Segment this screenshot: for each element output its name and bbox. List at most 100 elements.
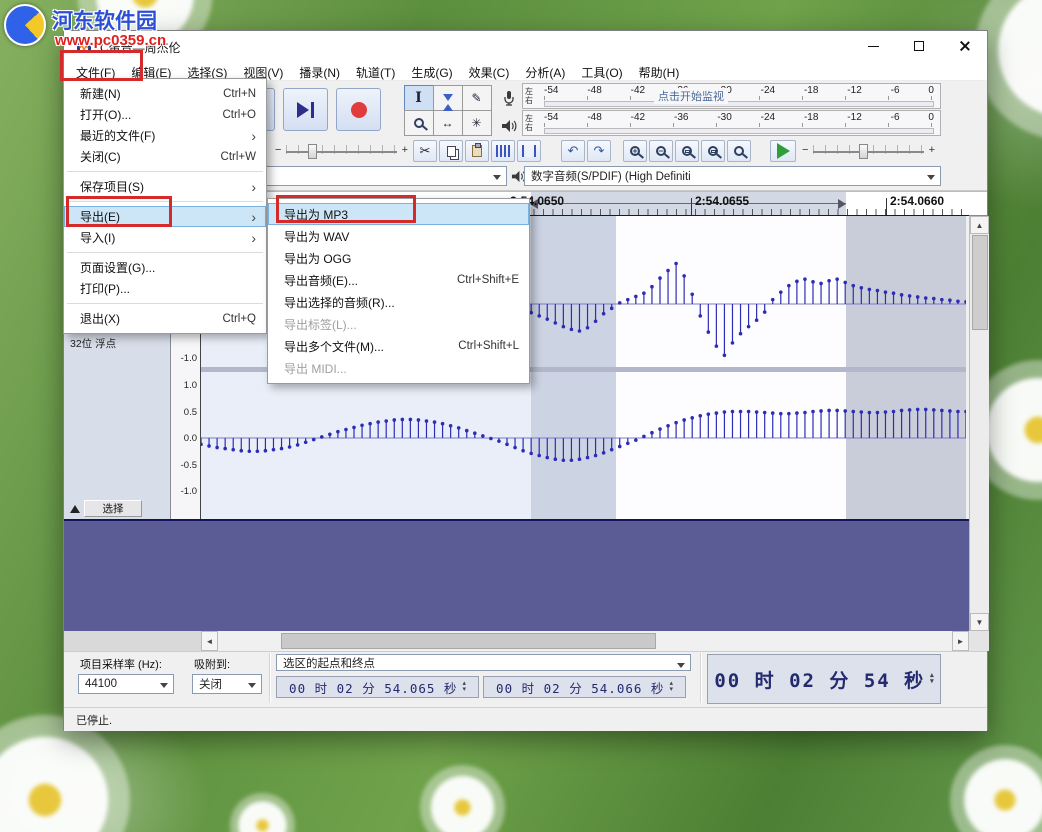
record-meter-mic-button[interactable] [500,89,518,107]
right-arrow-icon: ► [957,637,965,646]
close-button[interactable] [942,31,988,61]
menu-item[interactable]: 退出(X)Ctrl+Q [64,308,266,329]
cut-button[interactable]: ✂ [413,140,437,162]
playback-meter[interactable]: 左右 -54-48-42-36-30-24-18-12-60 [522,110,941,136]
daisy-flower [0,715,130,832]
sample-rate-dropdown[interactable]: 44100 [78,674,174,694]
scroll-down-button[interactable]: ▼ [970,613,989,631]
ruler-scale-label: 0.0 [184,433,197,444]
undo-button[interactable]: ↶ [561,140,585,162]
meter-scale-number: -48 [587,112,601,123]
play-speed-slider[interactable]: − + [801,140,936,162]
title-bar[interactable]: C蛋音—周杰伦 [64,31,987,61]
meter-scale-number: -36 [674,112,688,123]
menubar-item[interactable]: 生成(G) [403,61,460,80]
menubar-item[interactable]: 效果(C) [461,61,518,80]
play-meter-speaker-button[interactable] [500,117,518,135]
menu-item[interactable]: 导出 MIDI... [268,357,529,379]
scroll-left-button[interactable]: ◄ [201,631,218,651]
menu-item-shortcut: Ctrl+W [221,151,256,163]
trim-audio-button[interactable] [491,140,515,162]
menu-item[interactable]: 保存项目(S)› [64,176,266,197]
menu-item[interactable]: 打印(P)... [64,278,266,299]
snap-to-dropdown[interactable]: 关闭 [192,674,262,694]
fit-project-button[interactable] [701,140,725,162]
menu-item[interactable]: 导出为 WAV [268,225,529,247]
skip-to-end-button[interactable] [283,88,328,131]
draw-tool-button[interactable]: ✎ [462,85,492,111]
menubar-item[interactable]: 轨道(T) [348,61,403,80]
record-button[interactable] [336,88,381,131]
selection-start-field[interactable]: 00 时 02 分 54.065 秒 ▴▾ [276,676,479,698]
paste-button[interactable] [465,140,489,162]
zoom-in-button[interactable]: + [623,140,647,162]
audio-position-field[interactable]: 00 时 02 分 54 秒 ▴▾ [707,654,941,704]
menu-item[interactable]: 导入(I)› [64,227,266,248]
track-select-button[interactable]: 选择 [84,500,142,517]
meter-channel-labels: 左右 [523,84,538,108]
menubar-item[interactable]: 工具(O) [573,61,630,80]
magnifier-icon [414,118,424,128]
menu-item[interactable]: 导出标签(L)... [268,313,529,335]
meter-channel-labels: 左右 [523,111,538,135]
menu-item-shortcut: Ctrl+O [222,109,256,121]
submenu-arrow-icon: › [251,128,256,144]
recording-meter[interactable]: 左右 -54-48-42-36-30-24-18-12-60 点击开始监视 [522,83,941,109]
slider-handle[interactable] [859,144,868,159]
monitor-hint-text[interactable]: 点击开始监视 [654,88,728,104]
menubar-item[interactable]: 播录(N) [291,61,348,80]
plus-label: + [929,144,935,156]
menu-item[interactable]: 最近的文件(F)› [64,125,266,146]
menu-item[interactable]: 新建(N)Ctrl+N [64,83,266,104]
selection-range-label: 选区的起点和终点 [283,655,375,671]
submenu-arrow-icon: › [251,179,256,195]
watermark-logo [4,4,46,46]
selection-tool-button[interactable]: I [404,85,434,111]
vertical-scrollbar[interactable]: ▲ ▼ [969,216,989,631]
asterisk-icon: ✳ [471,116,481,130]
menu-item[interactable]: 打开(O)...Ctrl+O [64,104,266,125]
vertical-scroll-thumb[interactable] [972,235,988,330]
copy-button[interactable] [439,140,463,162]
menu-item[interactable]: 导出为 OGG [268,247,529,269]
menu-item[interactable]: 关闭(C)Ctrl+W [64,146,266,167]
meter-channel-label: 右 [525,96,538,105]
zoom-tool-button[interactable] [404,110,434,136]
slider-handle[interactable] [308,144,317,159]
selection-range-dropdown[interactable]: 选区的起点和终点 [276,654,691,671]
selection-end-field[interactable]: 00 时 02 分 54.066 秒 ▴▾ [483,676,686,698]
redo-button[interactable]: ↷ [587,140,611,162]
scroll-up-button[interactable]: ▲ [970,216,989,234]
pencil-icon: ✎ [471,91,481,105]
silence-audio-button[interactable] [517,140,541,162]
empty-track-area[interactable] [64,521,969,631]
playback-volume-slider[interactable]: − + [274,140,409,162]
timeline-time-label: 2:54.0660 [890,194,944,208]
time-shift-tool-button[interactable]: ↔ [433,110,463,136]
menubar-item[interactable]: 分析(A) [517,61,573,80]
playback-device-dropdown[interactable]: 数字音频(S/PDIF) (High Definiti [524,166,941,186]
menu-item[interactable]: 导出选择的音频(R)... [268,291,529,313]
scroll-right-button[interactable]: ► [952,631,969,651]
minimize-button[interactable] [850,31,896,61]
multi-tool-button[interactable]: ✳ [462,110,492,136]
zoom-toggle-button[interactable] [727,140,751,162]
spinner[interactable]: ▴▾ [462,681,466,693]
play-at-speed-button[interactable] [770,140,796,162]
menu-item[interactable]: 导出多个文件(M)...Ctrl+Shift+L [268,335,529,357]
envelope-tool-button[interactable] [433,85,463,111]
playback-device-value: 数字音频(S/PDIF) (High Definiti [531,168,691,184]
maximize-button[interactable] [896,31,942,61]
zoom-out-button[interactable]: − [649,140,673,162]
menu-item[interactable]: 导出音频(E)...Ctrl+Shift+E [268,269,529,291]
horizontal-scroll-thumb[interactable] [281,633,656,649]
fit-selection-button[interactable] [675,140,699,162]
spinner[interactable]: ▴▾ [669,681,673,693]
up-arrow-icon: ▲ [976,221,984,230]
spinner[interactable]: ▴▾ [930,673,934,685]
menu-item[interactable]: 页面设置(G)... [64,257,266,278]
collapse-triangle-icon[interactable] [70,505,80,513]
submenu-arrow-icon: › [251,209,256,225]
menubar-item[interactable]: 帮助(H) [631,61,688,80]
timeline-major-tick [691,198,692,215]
